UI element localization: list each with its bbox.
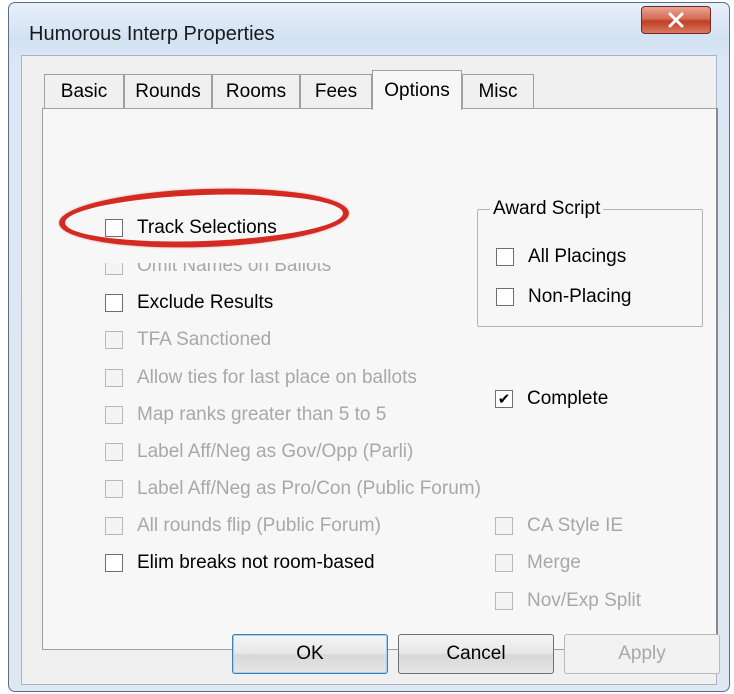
tab-label: Rooms: [225, 80, 287, 102]
map-ranks-checkbox: [105, 406, 123, 424]
elim-breaks-label: Elim breaks not room-based: [137, 552, 375, 573]
options-tab-page: Track Selections Omit Names on Ballots E…: [42, 108, 718, 650]
close-button[interactable]: [641, 6, 711, 34]
award-script-group-label: Award Script: [490, 198, 604, 220]
ok-button[interactable]: OK: [232, 634, 388, 674]
map-ranks-option: Map ranks greater than 5 to 5: [105, 404, 386, 426]
all-placings-option[interactable]: All Placings: [496, 246, 626, 268]
label-pro-con-label: Label Aff/Neg as Pro/Con (Public Forum): [137, 478, 481, 499]
complete-checkbox[interactable]: ✔: [495, 390, 513, 408]
close-icon: [668, 12, 684, 28]
elim-breaks-option[interactable]: Elim breaks not room-based: [105, 552, 375, 574]
award-script-group: Award Script All Placings Non-Placing: [477, 198, 703, 327]
track-selections-option[interactable]: Track Selections: [105, 217, 277, 239]
allow-ties-checkbox: [105, 369, 123, 387]
label-gov-opp-option: Label Aff/Neg as Gov/Opp (Parli): [105, 441, 413, 463]
checkmark-icon: ✔: [497, 390, 511, 408]
nov-exp-split-label: Nov/Exp Split: [527, 590, 642, 611]
allow-ties-option: Allow ties for last place on ballots: [105, 367, 417, 389]
label-gov-opp-label: Label Aff/Neg as Gov/Opp (Parli): [137, 441, 414, 462]
elim-breaks-checkbox[interactable]: [105, 554, 123, 572]
all-rounds-flip-label: All rounds flip (Public Forum): [137, 515, 381, 536]
exclude-results-checkbox[interactable]: [105, 294, 123, 312]
complete-option[interactable]: ✔ Complete: [495, 388, 608, 410]
non-placing-label: Non-Placing: [528, 286, 632, 307]
dialog-client-area: Basic Rounds Rooms Fees Options Misc Tra…: [21, 55, 720, 685]
merge-label: Merge: [527, 552, 581, 573]
nov-exp-split-checkbox: [495, 592, 513, 610]
cancel-button[interactable]: Cancel: [398, 634, 554, 674]
tab-label: Options: [384, 79, 450, 101]
track-selections-label: Track Selections: [137, 217, 277, 238]
merge-option: Merge: [495, 552, 581, 574]
tab-label: Misc: [478, 80, 518, 102]
non-placing-option[interactable]: Non-Placing: [496, 286, 632, 308]
tab-label: Fees: [314, 80, 358, 102]
exclude-results-label: Exclude Results: [137, 292, 274, 313]
tab-rooms[interactable]: Rooms: [212, 74, 300, 108]
complete-label: Complete: [527, 388, 609, 409]
exclude-results-option[interactable]: Exclude Results: [105, 292, 273, 314]
omit-names-option: Omit Names on Ballots: [105, 255, 332, 277]
tab-rounds[interactable]: Rounds: [124, 74, 212, 108]
label-pro-con-checkbox: [105, 480, 123, 498]
omit-names-label: Omit Names on Ballots: [137, 255, 332, 276]
ca-style-ie-checkbox: [495, 517, 513, 535]
tab-basic[interactable]: Basic: [44, 74, 124, 108]
tab-label: Basic: [60, 80, 108, 102]
tfa-sanctioned-option: TFA Sanctioned: [105, 329, 271, 351]
all-rounds-flip-checkbox: [105, 517, 123, 535]
all-placings-checkbox[interactable]: [496, 248, 514, 266]
tfa-sanctioned-label: TFA Sanctioned: [137, 329, 272, 350]
merge-checkbox: [495, 554, 513, 572]
ca-style-ie-option: CA Style IE: [495, 515, 623, 537]
track-selections-checkbox[interactable]: [105, 219, 123, 237]
map-ranks-label: Map ranks greater than 5 to 5: [137, 404, 387, 425]
all-placings-label: All Placings: [528, 246, 627, 267]
tab-label: Rounds: [135, 80, 201, 102]
apply-button: Apply: [564, 634, 720, 674]
tfa-sanctioned-checkbox: [105, 331, 123, 349]
properties-dialog: Humorous Interp Properties Basic Rounds …: [8, 2, 730, 692]
omit-names-checkbox: [105, 263, 123, 275]
label-pro-con-option: Label Aff/Neg as Pro/Con (Public Forum): [105, 478, 481, 500]
all-rounds-flip-option: All rounds flip (Public Forum): [105, 515, 381, 537]
window-title: Humorous Interp Properties: [29, 23, 275, 45]
nov-exp-split-option: Nov/Exp Split: [495, 590, 641, 612]
label-gov-opp-checkbox: [105, 443, 123, 461]
allow-ties-label: Allow ties for last place on ballots: [137, 367, 417, 388]
tab-options[interactable]: Options: [372, 70, 462, 110]
title-bar[interactable]: Humorous Interp Properties: [9, 3, 729, 55]
non-placing-checkbox[interactable]: [496, 288, 514, 306]
ca-style-ie-label: CA Style IE: [527, 515, 624, 536]
tab-misc[interactable]: Misc: [462, 74, 534, 108]
tab-fees[interactable]: Fees: [300, 74, 372, 108]
